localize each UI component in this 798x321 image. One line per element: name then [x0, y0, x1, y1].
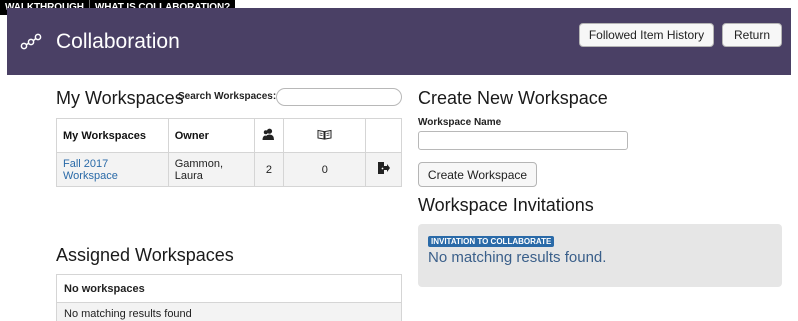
search-workspaces-input[interactable]	[276, 88, 402, 106]
workspace-name-cell[interactable]: Fall 2017 Workspace	[56, 152, 169, 187]
column-header-members[interactable]	[253, 118, 285, 153]
create-workspace-button[interactable]: Create Workspace	[418, 162, 537, 187]
workspace-link[interactable]: Fall 2017 Workspace	[63, 158, 118, 182]
book-icon	[317, 129, 332, 140]
workspace-owner-cell: Gammon, Laura	[167, 152, 255, 187]
page-title: Collaboration	[56, 30, 180, 53]
leave-workspace-icon[interactable]	[377, 161, 391, 175]
workspace-members-cell: 2	[253, 152, 285, 187]
workspace-name-input[interactable]	[418, 131, 628, 150]
workspace-action-cell	[365, 152, 402, 187]
members-icon	[262, 128, 275, 141]
invitations-empty-message: No matching results found.	[428, 249, 607, 266]
table-row: Fall 2017 Workspace Gammon, Laura 2 0	[56, 152, 402, 187]
workspace-name-label: Workspace Name	[418, 117, 502, 128]
return-button[interactable]: Return	[722, 23, 782, 47]
workspace-items-cell: 0	[283, 152, 367, 187]
column-header-owner[interactable]: Owner	[167, 118, 255, 153]
workspace-invitations-heading: Workspace Invitations	[418, 195, 594, 215]
create-workspace-heading: Create New Workspace	[418, 88, 608, 108]
assigned-workspaces-header: No workspaces	[57, 275, 401, 303]
column-header-name[interactable]: My Workspaces	[56, 118, 169, 153]
app-frame: WALKTHROUGH WHAT IS COLLABORATION? Colla…	[0, 0, 798, 321]
column-header-actions	[365, 118, 402, 153]
followed-item-history-button[interactable]: Followed Item History	[579, 23, 714, 47]
page-header: Collaboration Followed Item History Retu…	[7, 8, 791, 75]
search-workspaces-label: Search Workspaces:	[178, 91, 277, 102]
invitations-panel: INVITATION TO COLLABORATE No matching re…	[418, 224, 782, 287]
column-header-items[interactable]	[283, 118, 367, 153]
my-workspaces-table: My Workspaces Owner Fall 2017 Workspace …	[56, 118, 402, 187]
assigned-workspaces-empty-message: No matching results found	[57, 303, 401, 321]
assigned-workspaces-table: No workspaces No matching results found	[56, 274, 402, 321]
collaboration-nodes-icon	[20, 33, 42, 51]
assigned-workspaces-heading: Assigned Workspaces	[56, 245, 234, 265]
invitation-badge: INVITATION TO COLLABORATE	[428, 236, 555, 247]
my-workspaces-heading: My Workspaces	[56, 88, 184, 108]
